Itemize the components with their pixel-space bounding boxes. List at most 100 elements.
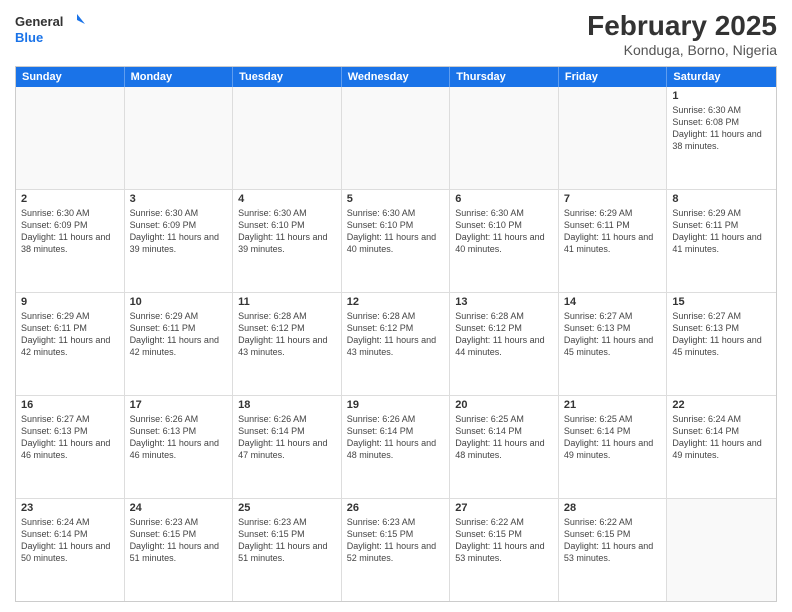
svg-text:Blue: Blue [15, 30, 43, 45]
day-number: 26 [347, 502, 445, 514]
day-info: Sunrise: 6:28 AM Sunset: 6:12 PM Dayligh… [455, 310, 553, 359]
calendar-day-12: 12 Sunrise: 6:28 AM Sunset: 6:12 PM Dayli… [342, 293, 451, 395]
calendar-day-6: 6 Sunrise: 6:30 AM Sunset: 6:10 PM Daylig… [450, 190, 559, 292]
day-info: Sunrise: 6:30 AM Sunset: 6:08 PM Dayligh… [672, 104, 771, 153]
calendar-empty-cell [125, 87, 234, 189]
day-info: Sunrise: 6:28 AM Sunset: 6:12 PM Dayligh… [238, 310, 336, 359]
day-info: Sunrise: 6:25 AM Sunset: 6:14 PM Dayligh… [564, 413, 662, 462]
day-number: 1 [672, 90, 771, 102]
header-day-thursday: Thursday [450, 67, 559, 87]
day-info: Sunrise: 6:29 AM Sunset: 6:11 PM Dayligh… [672, 207, 771, 256]
day-number: 2 [21, 193, 119, 205]
calendar-row-0: 1 Sunrise: 6:30 AM Sunset: 6:08 PM Daylig… [16, 87, 776, 190]
calendar-empty-cell [233, 87, 342, 189]
calendar-day-10: 10 Sunrise: 6:29 AM Sunset: 6:11 PM Dayli… [125, 293, 234, 395]
day-info: Sunrise: 6:25 AM Sunset: 6:14 PM Dayligh… [455, 413, 553, 462]
calendar-header: SundayMondayTuesdayWednesdayThursdayFrid… [16, 67, 776, 87]
day-info: Sunrise: 6:26 AM Sunset: 6:13 PM Dayligh… [130, 413, 228, 462]
header-day-tuesday: Tuesday [233, 67, 342, 87]
day-info: Sunrise: 6:30 AM Sunset: 6:10 PM Dayligh… [238, 207, 336, 256]
day-number: 18 [238, 399, 336, 411]
calendar-day-25: 25 Sunrise: 6:23 AM Sunset: 6:15 PM Dayli… [233, 499, 342, 601]
calendar-day-2: 2 Sunrise: 6:30 AM Sunset: 6:09 PM Daylig… [16, 190, 125, 292]
calendar-day-17: 17 Sunrise: 6:26 AM Sunset: 6:13 PM Dayli… [125, 396, 234, 498]
day-info: Sunrise: 6:23 AM Sunset: 6:15 PM Dayligh… [347, 516, 445, 565]
calendar-empty-cell [16, 87, 125, 189]
calendar-row-1: 2 Sunrise: 6:30 AM Sunset: 6:09 PM Daylig… [16, 190, 776, 293]
main-title: February 2025 [587, 10, 777, 42]
calendar-day-23: 23Sunrise: 6:24 AM Sunset: 6:14 PM Dayli… [16, 499, 125, 601]
calendar-day-24: 24 Sunrise: 6:23 AM Sunset: 6:15 PM Dayli… [125, 499, 234, 601]
calendar-empty-cell [667, 499, 776, 601]
calendar-day-14: 14 Sunrise: 6:27 AM Sunset: 6:13 PM Dayli… [559, 293, 668, 395]
day-number: 13 [455, 296, 553, 308]
header-day-saturday: Saturday [667, 67, 776, 87]
calendar-day-22: 22Sunrise: 6:24 AM Sunset: 6:14 PM Dayli… [667, 396, 776, 498]
day-number: 20 [455, 399, 553, 411]
day-info: Sunrise: 6:26 AM Sunset: 6:14 PM Dayligh… [347, 413, 445, 462]
day-number: 28 [564, 502, 662, 514]
day-info: Sunrise: 6:30 AM Sunset: 6:10 PM Dayligh… [455, 207, 553, 256]
day-number: 19 [347, 399, 445, 411]
calendar-day-4: 4 Sunrise: 6:30 AM Sunset: 6:10 PM Daylig… [233, 190, 342, 292]
calendar-day-9: 9 Sunrise: 6:29 AM Sunset: 6:11 PM Daylig… [16, 293, 125, 395]
day-info: Sunrise: 6:23 AM Sunset: 6:15 PM Dayligh… [130, 516, 228, 565]
day-info: Sunrise: 6:24 AM Sunset: 6:14 PM Dayligh… [672, 413, 771, 462]
svg-text:General: General [15, 14, 63, 29]
calendar-day-1: 1 Sunrise: 6:30 AM Sunset: 6:08 PM Daylig… [667, 87, 776, 189]
day-number: 17 [130, 399, 228, 411]
calendar-body: 1 Sunrise: 6:30 AM Sunset: 6:08 PM Daylig… [16, 87, 776, 601]
day-info: Sunrise: 6:22 AM Sunset: 6:15 PM Dayligh… [455, 516, 553, 565]
day-number: 11 [238, 296, 336, 308]
subtitle: Konduga, Borno, Nigeria [587, 42, 777, 58]
header-day-monday: Monday [125, 67, 234, 87]
calendar-row-2: 9 Sunrise: 6:29 AM Sunset: 6:11 PM Daylig… [16, 293, 776, 396]
day-info: Sunrise: 6:29 AM Sunset: 6:11 PM Dayligh… [130, 310, 228, 359]
day-number: 10 [130, 296, 228, 308]
calendar-day-28: 28 Sunrise: 6:22 AM Sunset: 6:15 PM Dayli… [559, 499, 668, 601]
day-info: Sunrise: 6:29 AM Sunset: 6:11 PM Dayligh… [21, 310, 119, 359]
logo-svg: General Blue [15, 10, 85, 46]
calendar-day-21: 21 Sunrise: 6:25 AM Sunset: 6:14 PM Dayli… [559, 396, 668, 498]
calendar-day-8: 8 Sunrise: 6:29 AM Sunset: 6:11 PM Daylig… [667, 190, 776, 292]
header-day-friday: Friday [559, 67, 668, 87]
day-info: Sunrise: 6:22 AM Sunset: 6:15 PM Dayligh… [564, 516, 662, 565]
calendar-day-16: 16 Sunrise: 6:27 AM Sunset: 6:13 PM Dayli… [16, 396, 125, 498]
day-info: Sunrise: 6:28 AM Sunset: 6:12 PM Dayligh… [347, 310, 445, 359]
day-info: Sunrise: 6:23 AM Sunset: 6:15 PM Dayligh… [238, 516, 336, 565]
day-info: Sunrise: 6:27 AM Sunset: 6:13 PM Dayligh… [21, 413, 119, 462]
day-number: 27 [455, 502, 553, 514]
day-number: 14 [564, 296, 662, 308]
day-info: Sunrise: 6:29 AM Sunset: 6:11 PM Dayligh… [564, 207, 662, 256]
calendar-row-3: 16 Sunrise: 6:27 AM Sunset: 6:13 PM Dayli… [16, 396, 776, 499]
calendar-day-13: 13 Sunrise: 6:28 AM Sunset: 6:12 PM Dayli… [450, 293, 559, 395]
header-day-wednesday: Wednesday [342, 67, 451, 87]
calendar-day-15: 15Sunrise: 6:27 AM Sunset: 6:13 PM Dayli… [667, 293, 776, 395]
day-info: Sunrise: 6:27 AM Sunset: 6:13 PM Dayligh… [564, 310, 662, 359]
day-info: Sunrise: 6:26 AM Sunset: 6:14 PM Dayligh… [238, 413, 336, 462]
day-info: Sunrise: 6:30 AM Sunset: 6:09 PM Dayligh… [21, 207, 119, 256]
calendar: SundayMondayTuesdayWednesdayThursdayFrid… [15, 66, 777, 602]
day-number: 16 [21, 399, 119, 411]
day-number: 8 [672, 193, 771, 205]
day-number: 6 [455, 193, 553, 205]
calendar-day-20: 20 Sunrise: 6:25 AM Sunset: 6:14 PM Dayli… [450, 396, 559, 498]
day-number: 21 [564, 399, 662, 411]
calendar-empty-cell [450, 87, 559, 189]
day-number: 9 [21, 296, 119, 308]
day-number: 25 [238, 502, 336, 514]
title-block: February 2025 Konduga, Borno, Nigeria [587, 10, 777, 58]
day-number: 24 [130, 502, 228, 514]
day-info: Sunrise: 6:30 AM Sunset: 6:10 PM Dayligh… [347, 207, 445, 256]
day-number: 4 [238, 193, 336, 205]
calendar-day-19: 19 Sunrise: 6:26 AM Sunset: 6:14 PM Dayli… [342, 396, 451, 498]
calendar-day-11: 11 Sunrise: 6:28 AM Sunset: 6:12 PM Dayli… [233, 293, 342, 395]
page: General Blue February 2025 Konduga, Born… [0, 0, 792, 612]
header: General Blue February 2025 Konduga, Born… [15, 10, 777, 58]
day-info: Sunrise: 6:24 AM Sunset: 6:14 PM Dayligh… [21, 516, 119, 565]
day-number: 7 [564, 193, 662, 205]
calendar-empty-cell [559, 87, 668, 189]
day-number: 12 [347, 296, 445, 308]
day-info: Sunrise: 6:30 AM Sunset: 6:09 PM Dayligh… [130, 207, 228, 256]
header-day-sunday: Sunday [16, 67, 125, 87]
